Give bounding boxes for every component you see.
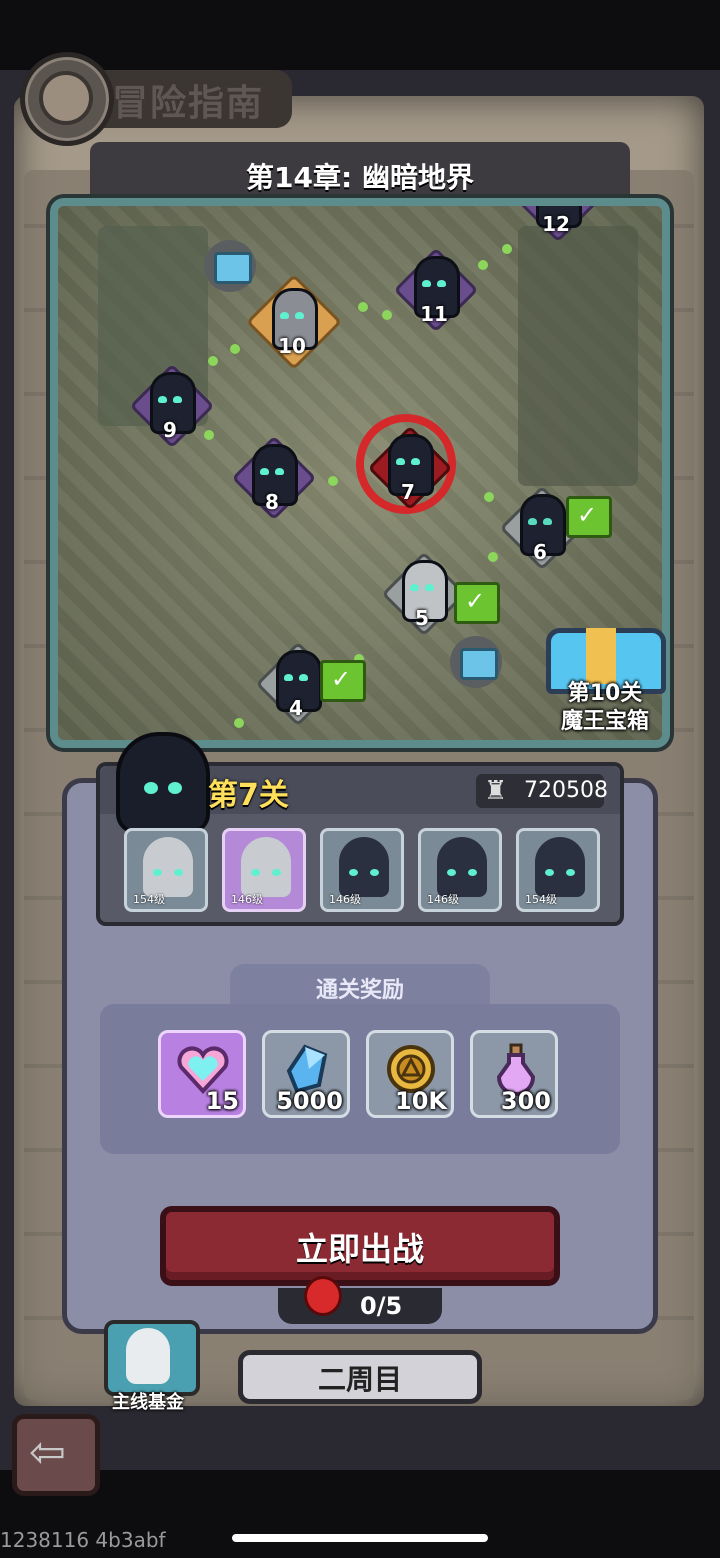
chapter-title: 第14章: 幽暗地界	[246, 161, 474, 194]
small-chest-icon[interactable]	[204, 240, 256, 292]
path-dot	[502, 244, 512, 254]
cleared-flag-icon: ✓	[566, 496, 612, 538]
second-cycle-button[interactable]	[238, 1350, 482, 1404]
boss-chest-label-line2: 魔王宝箱	[560, 709, 649, 734]
enemy-card[interactable]: 154级	[516, 828, 600, 912]
stage-title: 第7关	[208, 778, 289, 813]
cleared-flag-icon: ✓	[454, 582, 500, 624]
boss-chest-label: 第10关 魔王宝箱	[546, 680, 664, 736]
enemy-level: 154级	[133, 893, 165, 906]
stage-node-12[interactable]: 12	[515, 206, 601, 243]
stage-node-11[interactable]: 11	[393, 247, 479, 333]
stage-node-5-cleared[interactable]: 5	[381, 551, 467, 637]
map-pillar-right	[518, 226, 638, 486]
page-title: 冒险指南	[112, 83, 265, 124]
enemy-list: 154级 146级 146级 146级 154级	[124, 828, 604, 914]
reward-item[interactable]: 300	[470, 1030, 558, 1118]
small-chest-opened-icon[interactable]	[450, 636, 502, 688]
power-icon: ♜	[484, 776, 508, 806]
reward-qty: 15	[205, 1087, 239, 1115]
enemy-level: 146级	[231, 893, 263, 906]
boss-chest-label-line1: 第10关	[567, 681, 643, 706]
enemy-card[interactable]: 146级	[418, 828, 502, 912]
reward-item[interactable]: 5000	[262, 1030, 350, 1118]
home-indicator[interactable]	[232, 1534, 488, 1542]
wolf-icon	[126, 1328, 170, 1384]
path-dot	[488, 552, 498, 562]
enemy-card[interactable]: 146级	[222, 828, 306, 912]
reward-qty: 300	[500, 1087, 551, 1115]
path-dot	[478, 260, 488, 270]
enemy-level: 154级	[525, 893, 557, 906]
reward-qty: 10K	[395, 1087, 447, 1115]
recommended-power: 720508	[524, 778, 608, 803]
apple-icon	[304, 1276, 342, 1316]
path-dot	[484, 492, 494, 502]
compass-icon	[20, 52, 114, 146]
path-dot	[328, 476, 338, 486]
stage-node-7-current[interactable]: 7	[356, 414, 456, 514]
main-fund-button[interactable]	[104, 1320, 200, 1396]
stage-boss-avatar	[112, 732, 210, 834]
path-dot	[208, 356, 218, 366]
stamina-count: 0/5	[360, 1292, 403, 1320]
back-button[interactable]: ⇦	[12, 1414, 100, 1496]
path-dot	[234, 718, 244, 728]
reward-list: 15 5000 10K 300	[158, 1030, 558, 1118]
stage-node-8[interactable]: 8	[231, 435, 317, 521]
rewards-title: 通关奖励	[315, 978, 404, 1003]
main-fund-label: 主线基金	[112, 1392, 184, 1413]
enemy-level: 146级	[427, 893, 459, 906]
stage-node-9[interactable]: 9	[129, 363, 215, 449]
stage-node-10-boss[interactable]: 10	[245, 273, 343, 371]
cleared-flag-icon: ✓	[320, 660, 366, 702]
build-id: 1238116 4b3abf	[0, 1528, 166, 1552]
enemy-level: 146级	[329, 893, 361, 906]
path-dot	[382, 310, 392, 320]
reward-qty: 5000	[276, 1087, 343, 1115]
back-arrow-icon: ⇦	[29, 1427, 66, 1478]
fight-button[interactable]	[160, 1206, 560, 1286]
enemy-card[interactable]: 154级	[124, 828, 208, 912]
path-dot	[230, 344, 240, 354]
reward-item[interactable]: 15	[158, 1030, 246, 1118]
path-dot	[358, 302, 368, 312]
reward-item[interactable]: 10K	[366, 1030, 454, 1118]
enemy-card[interactable]: 146级	[320, 828, 404, 912]
